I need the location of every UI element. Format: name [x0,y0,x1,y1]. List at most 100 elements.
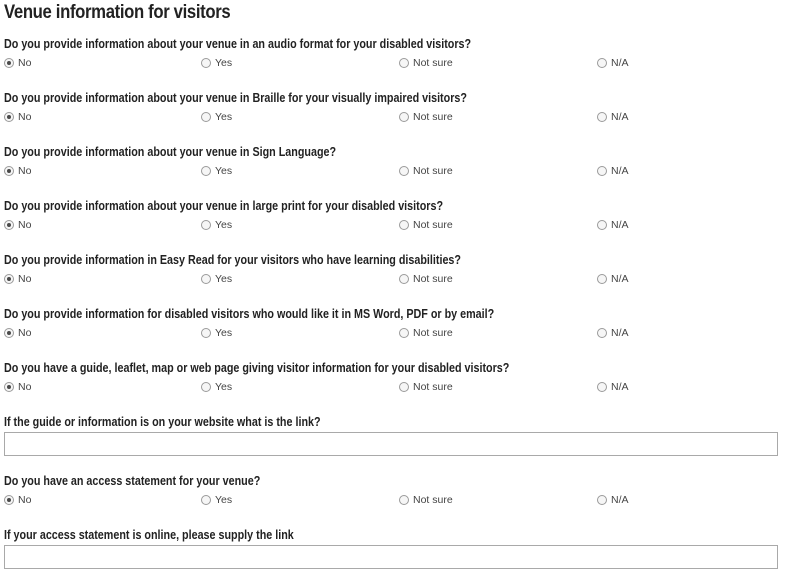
radio-group-audio-format: No Yes Not sure N/A [0,57,811,71]
radio-unchecked-icon[interactable] [399,328,409,338]
option-label-not-sure: Not sure [413,494,453,506]
radio-unchecked-icon[interactable] [597,274,607,284]
radio-group-visitor-guide: No Yes Not sure N/A [0,381,811,395]
question-electronic-formats-label: Do you provide information for disabled … [4,307,495,321]
option-label-yes: Yes [215,111,233,123]
radio-option-na[interactable]: N/A [597,219,629,231]
radio-checked-icon[interactable] [4,220,14,230]
option-label-yes: Yes [215,57,233,69]
option-label-no: No [18,327,32,339]
radio-unchecked-icon[interactable] [597,220,607,230]
option-label-na: N/A [611,165,629,177]
radio-option-not-sure[interactable]: Not sure [399,57,453,69]
radio-option-no[interactable]: No [4,381,31,393]
radio-unchecked-icon[interactable] [201,166,211,176]
radio-unchecked-icon[interactable] [399,220,409,230]
radio-checked-icon[interactable] [4,112,14,122]
radio-unchecked-icon[interactable] [399,382,409,392]
radio-option-no[interactable]: No [4,327,31,339]
radio-option-yes[interactable]: Yes [201,327,232,339]
radio-option-not-sure[interactable]: Not sure [399,111,453,123]
radio-option-no[interactable]: No [4,57,31,69]
radio-unchecked-icon[interactable] [597,58,607,68]
option-label-yes: Yes [215,327,233,339]
radio-unchecked-icon[interactable] [597,166,607,176]
option-label-yes: Yes [215,273,233,285]
radio-option-yes[interactable]: Yes [201,219,232,231]
option-label-na: N/A [611,273,629,285]
radio-option-yes[interactable]: Yes [201,111,232,123]
access-statement-link-input[interactable] [4,545,778,569]
access-statement-link-label: If your access statement is online, plea… [4,528,294,542]
radio-unchecked-icon[interactable] [201,112,211,122]
radio-checked-icon[interactable] [4,274,14,284]
radio-group-easy-read: No Yes Not sure N/A [0,273,811,287]
option-label-na: N/A [611,219,629,231]
guide-link-input[interactable] [4,432,778,456]
radio-option-no[interactable]: No [4,111,31,123]
radio-unchecked-icon[interactable] [201,495,211,505]
radio-option-na[interactable]: N/A [597,381,629,393]
radio-unchecked-icon[interactable] [399,495,409,505]
option-label-na: N/A [611,381,629,393]
radio-checked-icon[interactable] [4,495,14,505]
option-label-no: No [18,111,32,123]
question-braille-label: Do you provide information about your ve… [4,91,467,105]
option-label-na: N/A [611,494,629,506]
radio-unchecked-icon[interactable] [597,328,607,338]
radio-option-yes[interactable]: Yes [201,165,232,177]
radio-unchecked-icon[interactable] [399,112,409,122]
radio-option-not-sure[interactable]: Not sure [399,381,453,393]
radio-option-no[interactable]: No [4,494,31,506]
radio-unchecked-icon[interactable] [399,58,409,68]
radio-option-no[interactable]: No [4,273,31,285]
option-label-not-sure: Not sure [413,381,453,393]
radio-unchecked-icon[interactable] [201,220,211,230]
radio-option-not-sure[interactable]: Not sure [399,165,453,177]
radio-unchecked-icon[interactable] [597,382,607,392]
radio-option-not-sure[interactable]: Not sure [399,327,453,339]
radio-group-braille: No Yes Not sure N/A [0,111,811,125]
question-sign-language-label: Do you provide information about your ve… [4,145,337,159]
radio-option-not-sure[interactable]: Not sure [399,273,453,285]
radio-group-electronic-formats: No Yes Not sure N/A [0,327,811,341]
radio-unchecked-icon[interactable] [201,274,211,284]
radio-option-na[interactable]: N/A [597,57,629,69]
option-label-not-sure: Not sure [413,57,453,69]
radio-option-na[interactable]: N/A [597,494,629,506]
radio-option-not-sure[interactable]: Not sure [399,494,453,506]
radio-option-na[interactable]: N/A [597,327,629,339]
radio-unchecked-icon[interactable] [201,382,211,392]
radio-option-not-sure[interactable]: Not sure [399,219,453,231]
option-label-na: N/A [611,327,629,339]
radio-option-no[interactable]: No [4,165,31,177]
radio-option-yes[interactable]: Yes [201,273,232,285]
radio-option-na[interactable]: N/A [597,273,629,285]
radio-unchecked-icon[interactable] [597,495,607,505]
radio-checked-icon[interactable] [4,166,14,176]
radio-unchecked-icon[interactable] [399,274,409,284]
radio-unchecked-icon[interactable] [399,166,409,176]
radio-unchecked-icon[interactable] [597,112,607,122]
radio-checked-icon[interactable] [4,382,14,392]
radio-unchecked-icon[interactable] [201,58,211,68]
option-label-yes: Yes [215,381,233,393]
option-label-no: No [18,165,32,177]
radio-option-yes[interactable]: Yes [201,494,232,506]
radio-option-na[interactable]: N/A [597,165,629,177]
option-label-yes: Yes [215,494,233,506]
option-label-not-sure: Not sure [413,327,453,339]
radio-option-yes[interactable]: Yes [201,381,232,393]
radio-checked-icon[interactable] [4,58,14,68]
radio-unchecked-icon[interactable] [201,328,211,338]
option-label-not-sure: Not sure [413,273,453,285]
option-label-no: No [18,57,32,69]
radio-option-na[interactable]: N/A [597,111,629,123]
option-label-yes: Yes [215,219,233,231]
option-label-not-sure: Not sure [413,219,453,231]
option-label-no: No [18,494,32,506]
radio-checked-icon[interactable] [4,328,14,338]
radio-option-no[interactable]: No [4,219,31,231]
option-label-not-sure: Not sure [413,165,453,177]
radio-option-yes[interactable]: Yes [201,57,232,69]
